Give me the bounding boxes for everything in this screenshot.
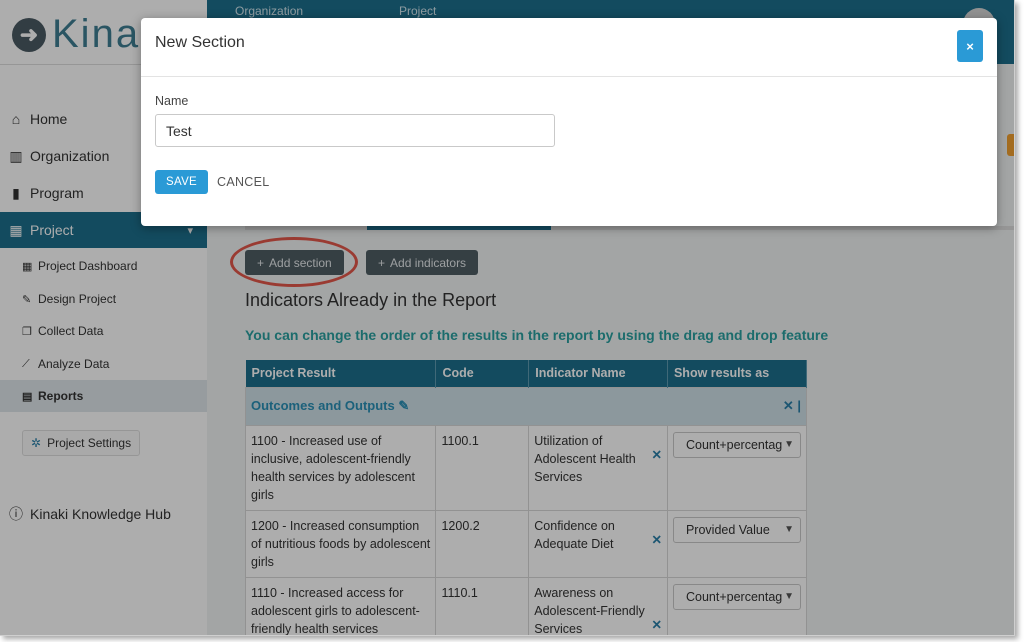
- cancel-button[interactable]: CANCEL: [217, 170, 270, 194]
- app-window: ➜ Kina ⌂ Home ▥ Organization ▮ Program ▦…: [0, 0, 1015, 636]
- close-button[interactable]: ×: [957, 30, 983, 62]
- section-name-input[interactable]: [155, 114, 555, 147]
- name-label: Name: [155, 94, 189, 108]
- modal-title: New Section: [155, 34, 245, 51]
- modal-header: New Section ×: [141, 18, 997, 77]
- save-button[interactable]: SAVE: [155, 170, 209, 194]
- new-section-modal: New Section × Name SAVE CANCEL: [141, 18, 997, 226]
